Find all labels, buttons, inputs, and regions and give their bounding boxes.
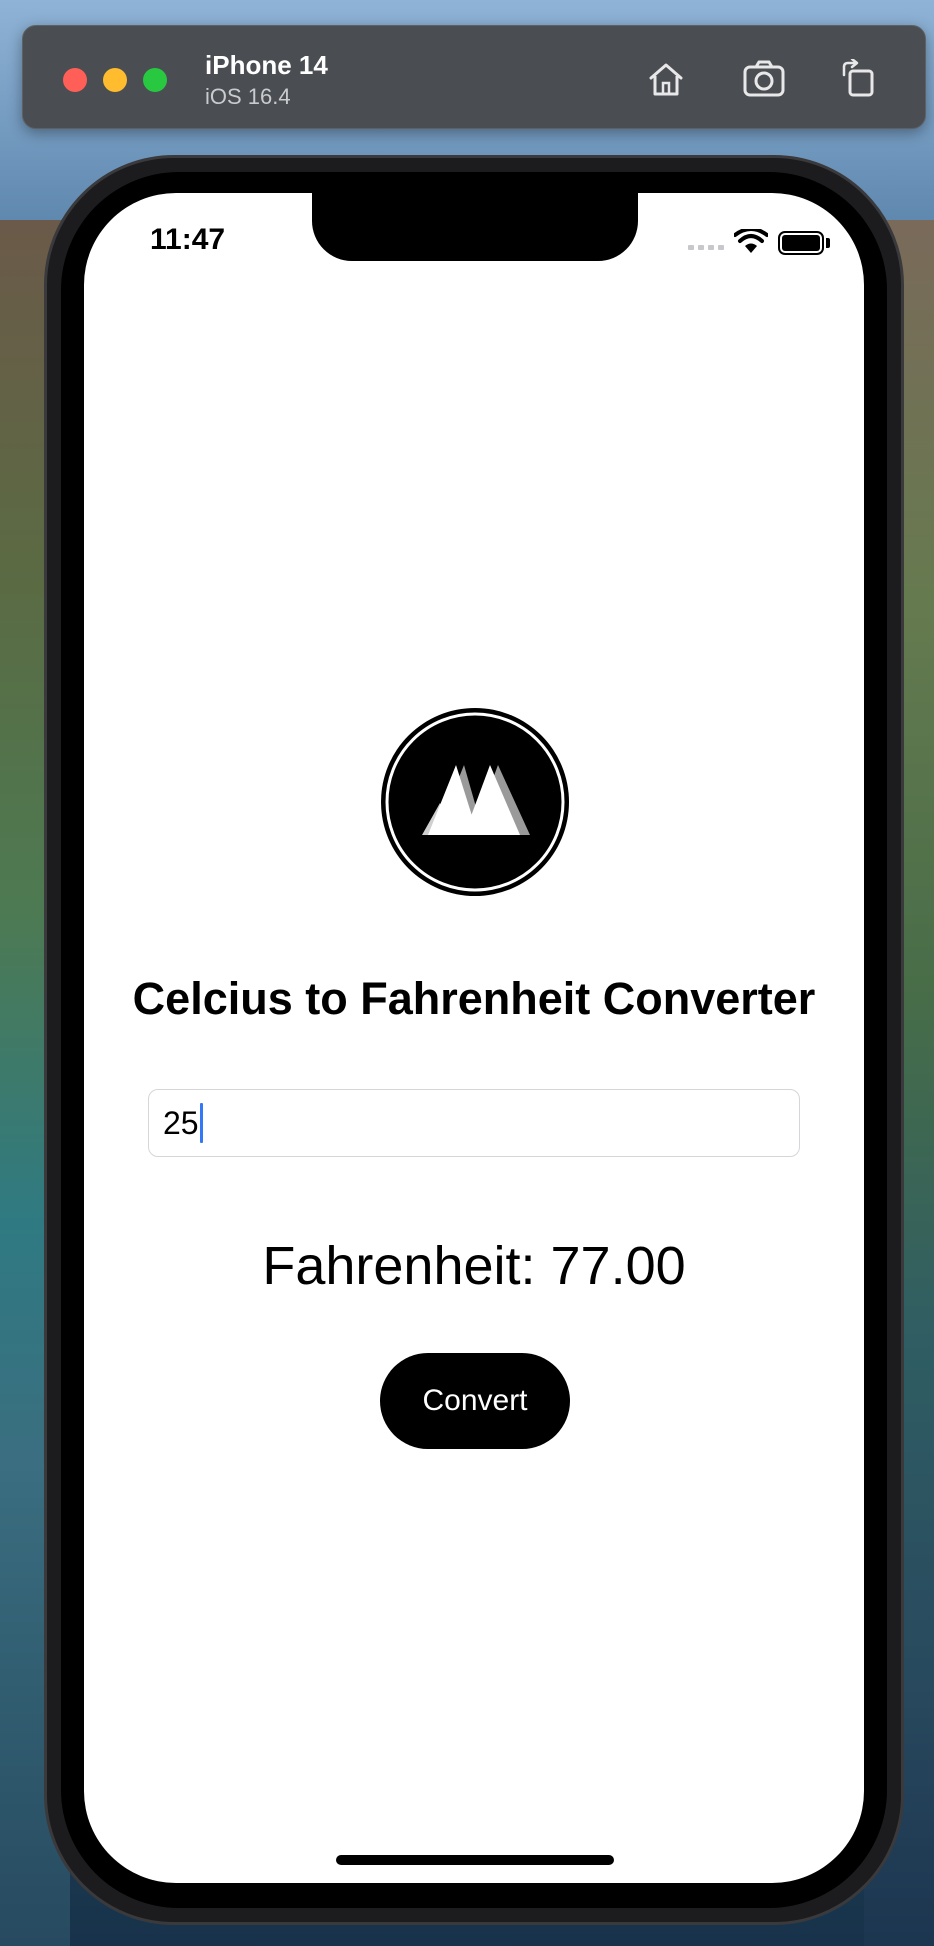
device-os-version: iOS 16.4 [205, 84, 291, 109]
home-icon [649, 63, 683, 96]
celsius-input-value: 25 [163, 1104, 199, 1141]
close-window-button[interactable] [63, 68, 87, 92]
convert-button[interactable]: Convert [380, 1353, 570, 1449]
app-logo [381, 708, 569, 896]
cellular-signal-icon [688, 245, 724, 250]
camera-icon [743, 60, 785, 97]
text-cursor [199, 1103, 203, 1143]
rotate-icon [842, 59, 874, 97]
battery-cap [826, 238, 830, 248]
page-title: Celcius to Fahrenheit Converter [132, 973, 816, 1024]
minimize-window-button[interactable] [103, 68, 127, 92]
app-screen: 11:47 Celcius to Fahrenheit Converter 25… [84, 193, 864, 1883]
zoom-window-button[interactable] [143, 68, 167, 92]
simulator-titlebar: iPhone 14 iOS 16.4 [22, 25, 926, 129]
status-bar-time: 11:47 [150, 223, 226, 256]
notch [312, 193, 638, 261]
battery-icon [778, 231, 824, 255]
celsius-input[interactable]: 25 [148, 1089, 800, 1157]
wifi-icon [734, 229, 768, 253]
rotate-button[interactable] [835, 56, 881, 102]
home-button[interactable] [643, 56, 689, 102]
home-indicator[interactable] [336, 1855, 614, 1865]
fahrenheit-result: Fahrenheit: 77.00 [262, 1236, 686, 1296]
screenshot-button[interactable] [741, 56, 787, 102]
device-name: iPhone 14 [205, 50, 328, 80]
